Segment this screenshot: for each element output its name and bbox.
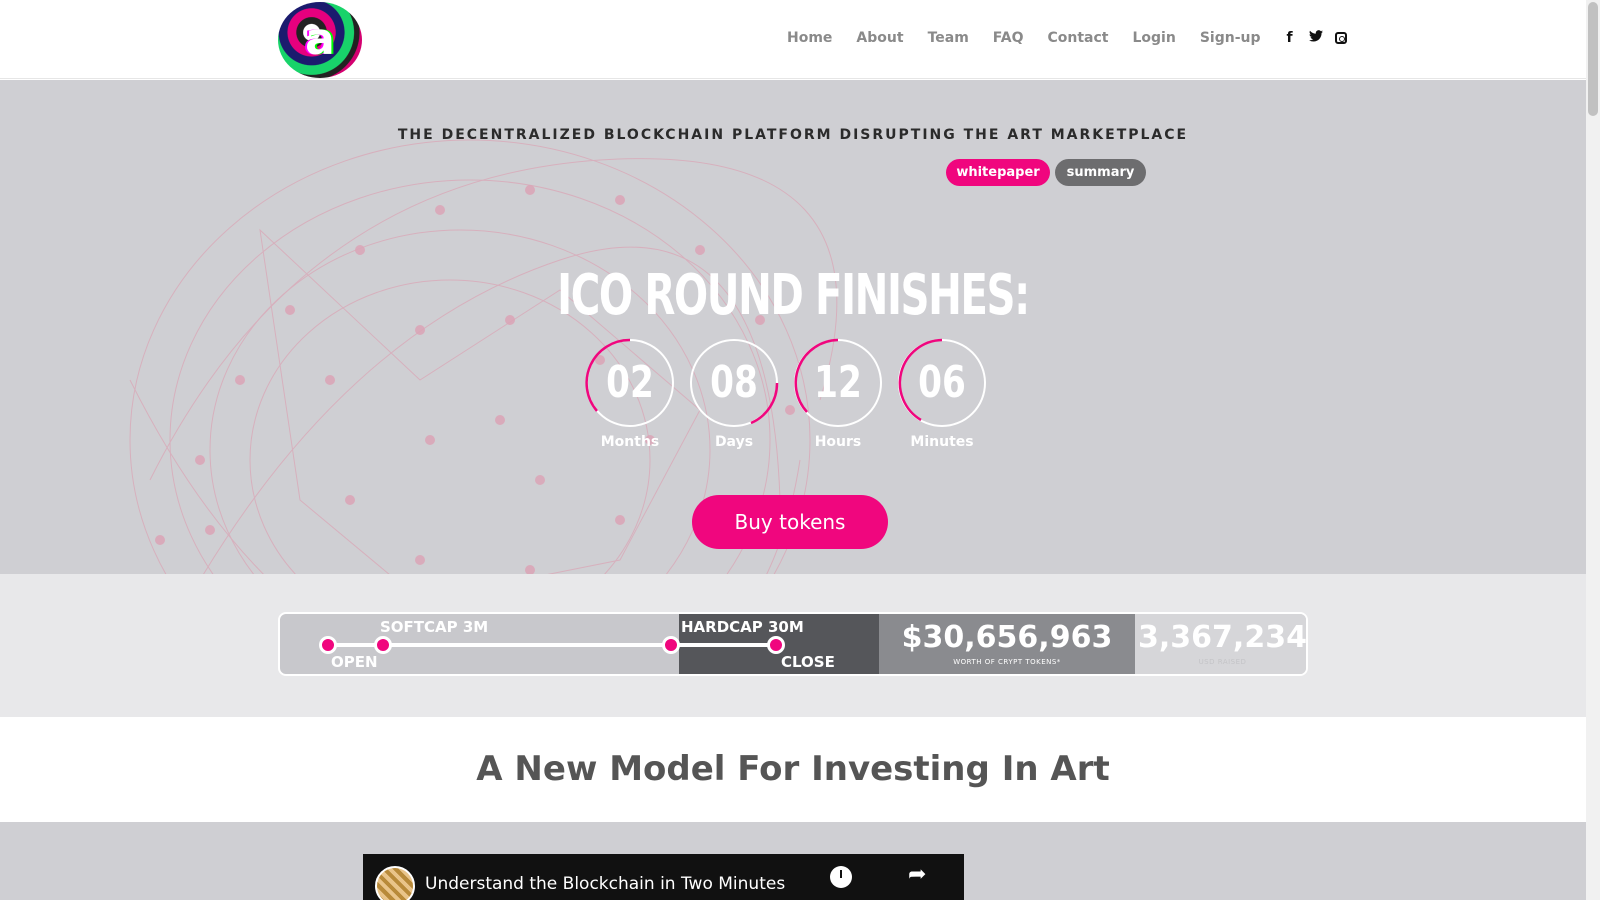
- summary-button[interactable]: summary: [1055, 159, 1146, 186]
- channel-avatar[interactable]: [375, 866, 415, 900]
- buy-tokens-button[interactable]: Buy tokens: [692, 495, 888, 549]
- ico-progress-bar: $30,656,963 WORTH OF CRYPT TOKENS* 3,367…: [278, 612, 1308, 676]
- tokens-caption: WORTH OF CRYPT TOKENS*: [953, 658, 1061, 666]
- share-icon[interactable]: ➦: [908, 862, 926, 887]
- hardcap-marker: [662, 636, 680, 654]
- site-logo[interactable]: a: [278, 2, 362, 78]
- open-marker: [319, 636, 337, 654]
- hero-tagline: THE DECENTRALIZED BLOCKCHAIN PLATFORM DI…: [397, 127, 1189, 143]
- video-title[interactable]: Understand the Blockchain in Two Minutes: [425, 874, 785, 894]
- section-title: A New Model For Investing In Art: [476, 749, 1110, 789]
- countdown-hours: 12 Hours: [793, 338, 883, 458]
- countdown-value: 02: [606, 357, 654, 408]
- video-section: Understand the Blockchain in Two Minutes…: [0, 822, 1586, 900]
- page-scrollbar[interactable]: [1586, 0, 1600, 900]
- site-header: a Home About Team FAQ Contact Login Sign…: [0, 0, 1586, 79]
- countdown-label: Days: [714, 434, 754, 450]
- nav-team[interactable]: Team: [928, 30, 969, 46]
- tokens-raised-panel: $30,656,963 WORTH OF CRYPT TOKENS*: [879, 614, 1135, 674]
- softcap-marker: [374, 636, 392, 654]
- countdown-label: Hours: [814, 434, 862, 450]
- countdown-title: ICO ROUND FINISHES:: [557, 263, 1030, 328]
- usd-raised-panel: 3,367,234 USD RAISED: [1135, 614, 1307, 674]
- close-marker: [767, 636, 785, 654]
- countdown-value: 08: [710, 357, 758, 408]
- softcap-label: SOFTCAP 3M: [380, 618, 489, 636]
- scrollbar-thumb[interactable]: [1588, 2, 1598, 116]
- nav-about[interactable]: About: [856, 30, 903, 46]
- nav-home[interactable]: Home: [787, 30, 832, 46]
- logo-letter: a: [305, 14, 335, 65]
- countdown-label: Minutes: [910, 434, 974, 450]
- nav-login[interactable]: Login: [1133, 30, 1176, 46]
- tokens-amount: $30,656,963: [901, 620, 1113, 655]
- nav-contact[interactable]: Contact: [1048, 30, 1109, 46]
- progress-section: $30,656,963 WORTH OF CRYPT TOKENS* 3,367…: [0, 574, 1586, 717]
- countdown-value: 12: [814, 357, 862, 408]
- countdown-months: 02 Months: [585, 338, 675, 458]
- countdown-value: 06: [918, 357, 966, 408]
- hero-section: THE DECENTRALIZED BLOCKCHAIN PLATFORM DI…: [0, 80, 1586, 574]
- usd-amount: 3,367,234: [1138, 620, 1307, 655]
- social-links: f: [1283, 30, 1359, 46]
- watch-later-icon[interactable]: [830, 866, 852, 888]
- hardcap-label: HARDCAP 30M: [681, 618, 804, 636]
- open-label: OPEN: [331, 653, 378, 671]
- main-nav: Home About Team FAQ Contact Login Sign-u…: [787, 30, 1359, 46]
- nav-faq[interactable]: FAQ: [993, 30, 1024, 46]
- video-embed[interactable]: Understand the Blockchain in Two Minutes…: [363, 854, 964, 900]
- nav-signup[interactable]: Sign-up: [1200, 30, 1261, 46]
- close-label: CLOSE: [781, 653, 835, 671]
- countdown-minutes: 06 Minutes: [897, 338, 987, 458]
- facebook-icon[interactable]: f: [1283, 30, 1297, 46]
- instagram-icon[interactable]: [1334, 32, 1347, 44]
- usd-caption: USD RAISED: [1198, 658, 1247, 666]
- whitepaper-button[interactable]: whitepaper: [946, 159, 1050, 186]
- progress-track: [329, 643, 779, 647]
- countdown-label: Months: [600, 434, 660, 450]
- new-model-section: A New Model For Investing In Art: [0, 717, 1586, 822]
- twitter-icon[interactable]: [1308, 30, 1323, 46]
- countdown-days: 08 Days: [689, 338, 779, 458]
